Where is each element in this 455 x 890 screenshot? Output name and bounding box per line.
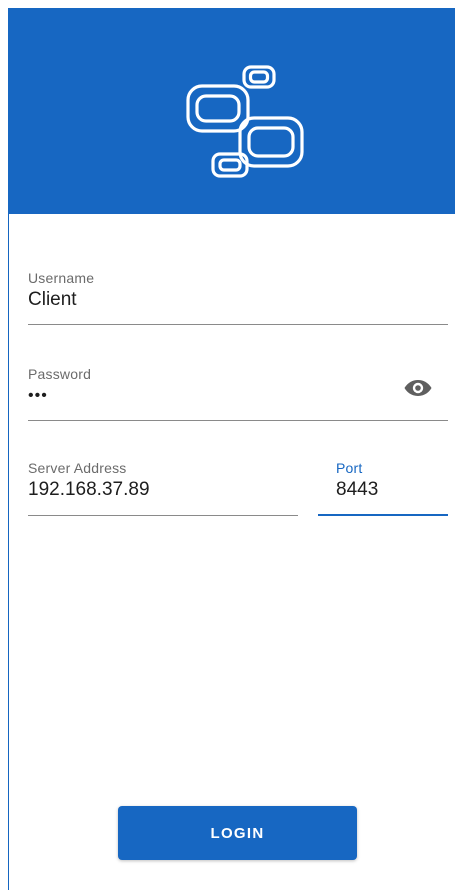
password-field[interactable]: Password ••• bbox=[28, 366, 448, 422]
server-address-label: Server Address bbox=[28, 460, 127, 476]
connected-nodes-logo-icon bbox=[186, 65, 304, 178]
server-address-underline bbox=[28, 515, 298, 516]
port-label: Port bbox=[336, 460, 363, 476]
login-button-label: LOGIN bbox=[210, 824, 265, 842]
port-underline bbox=[318, 514, 448, 516]
password-value[interactable]: ••• bbox=[28, 385, 448, 407]
username-value[interactable]: Client bbox=[28, 289, 448, 311]
username-field[interactable]: Username Client bbox=[28, 270, 448, 326]
username-label: Username bbox=[28, 270, 95, 286]
server-address-value[interactable]: 192.168.37.89 bbox=[28, 479, 298, 501]
header-banner bbox=[8, 8, 455, 214]
username-underline bbox=[28, 324, 448, 325]
server-address-field[interactable]: Server Address 192.168.37.89 bbox=[28, 460, 298, 518]
password-underline bbox=[28, 420, 448, 421]
login-button[interactable]: LOGIN bbox=[118, 806, 357, 860]
password-label: Password bbox=[28, 366, 92, 382]
port-value[interactable]: 8443 bbox=[318, 479, 448, 501]
left-edge-line bbox=[8, 214, 9, 890]
port-field[interactable]: Port 8443 bbox=[318, 460, 448, 518]
eye-icon[interactable] bbox=[403, 378, 433, 398]
